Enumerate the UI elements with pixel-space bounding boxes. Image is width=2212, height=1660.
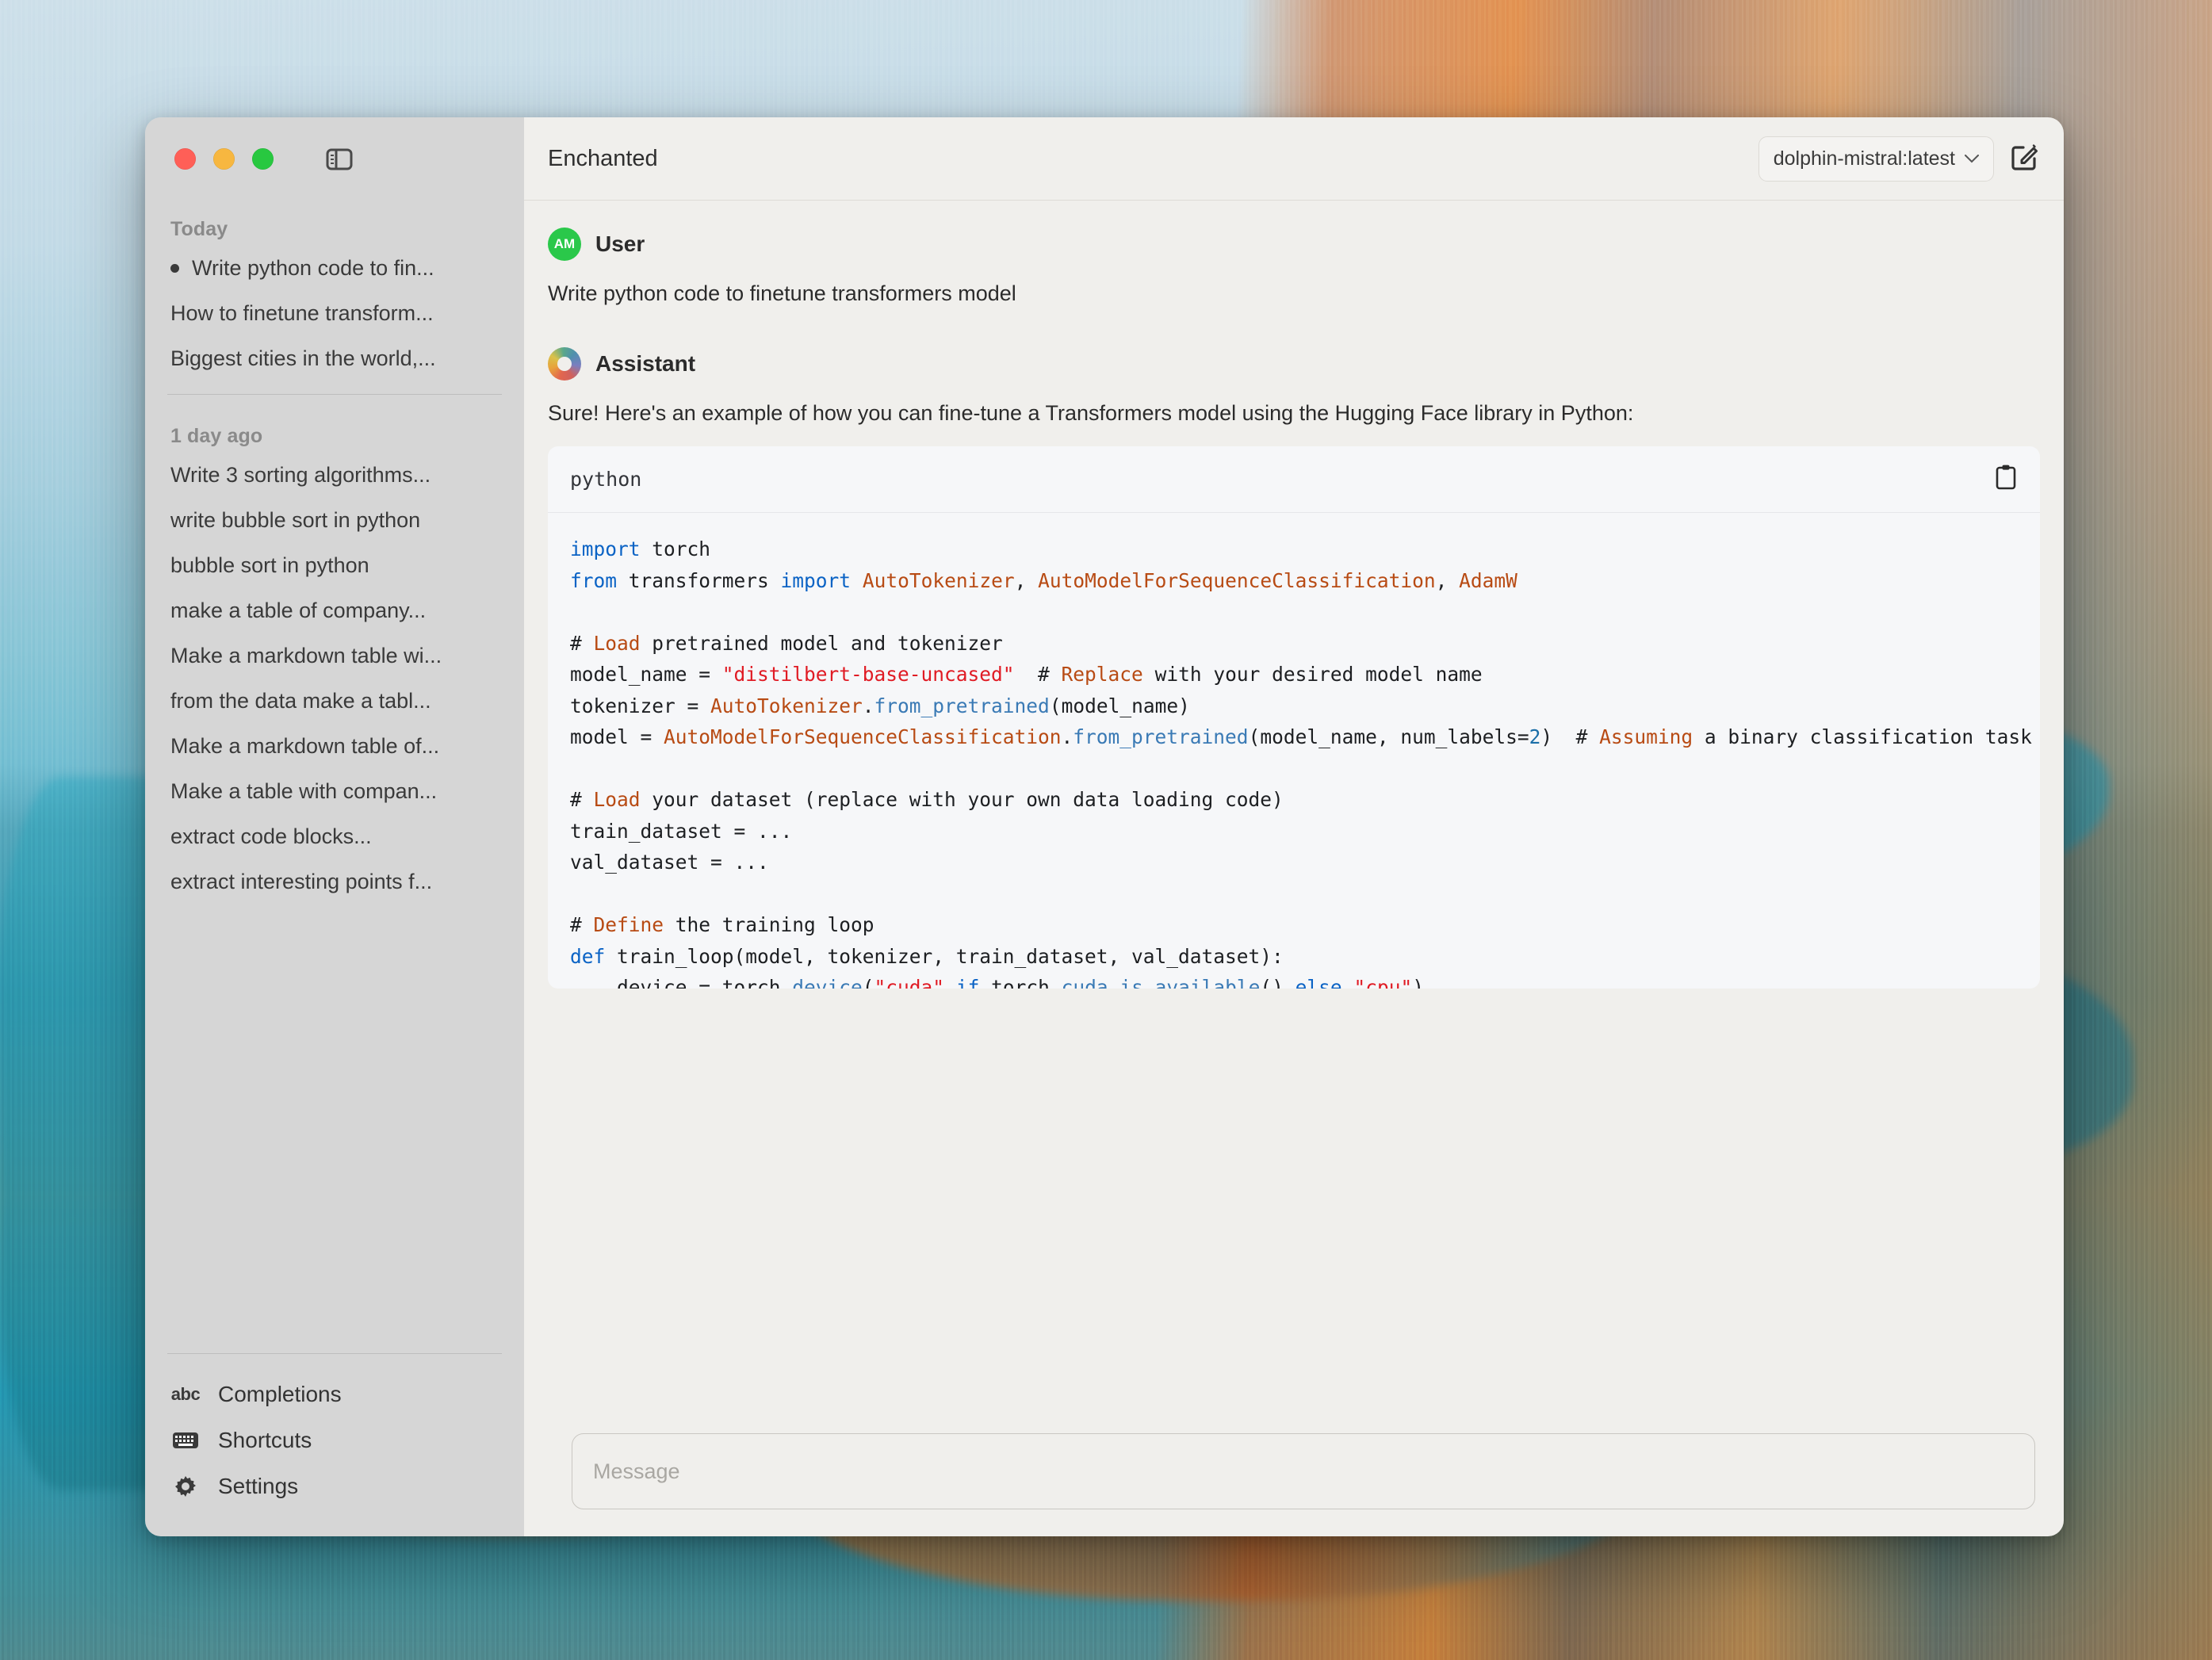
chat-item-11[interactable]: extract code blocks... — [145, 814, 524, 859]
chat-item-4[interactable]: write bubble sort in python — [145, 498, 524, 543]
code-language-label: python — [570, 468, 641, 491]
minimize-button[interactable] — [213, 148, 235, 170]
clipboard-icon — [1994, 464, 2018, 495]
keyboard-icon — [170, 1431, 201, 1450]
window-titlebar — [145, 117, 524, 201]
chat-item-label: Write python code to fin... — [192, 254, 434, 283]
close-button[interactable] — [174, 148, 196, 170]
chat-item-label: Make a markdown table wi... — [170, 641, 442, 671]
main-pane: Enchanted dolphin-mistral:latest — [524, 117, 2064, 1536]
sidebar-divider — [167, 394, 502, 395]
code-block-content: import torch from transformers import Au… — [548, 513, 2040, 989]
message-text-assistant: Sure! Here's an example of how you can f… — [548, 398, 2040, 429]
code-block-header: python — [548, 446, 2040, 513]
maximize-button[interactable] — [252, 148, 274, 170]
message-input[interactable] — [572, 1433, 2035, 1509]
chat-item-5[interactable]: bubble sort in python — [145, 543, 524, 588]
avatar — [548, 347, 581, 381]
chat-item-6[interactable]: make a table of company... — [145, 588, 524, 633]
chat-item-label: extract code blocks... — [170, 822, 372, 851]
header-actions: dolphin-mistral:latest — [1759, 136, 2043, 182]
new-chat-button[interactable] — [2007, 140, 2043, 177]
chat-item-label: How to finetune transform... — [170, 299, 434, 328]
avatar: AM — [548, 228, 581, 261]
chat-item-label: bubble sort in python — [170, 551, 369, 580]
code-block: python import torch from transformers im… — [548, 446, 2040, 989]
chat-item-1[interactable]: How to finetune transform... — [145, 291, 524, 336]
app-window: Today Write python code to fin... How to… — [145, 117, 2064, 1536]
message-role-label: Assistant — [595, 351, 695, 377]
chat-item-label: Make a markdown table of... — [170, 732, 439, 761]
abc-icon: abc — [170, 1384, 201, 1405]
sidebar-item-label: Shortcuts — [218, 1428, 312, 1453]
chat-item-3[interactable]: Write 3 sorting algorithms... — [145, 453, 524, 498]
chat-item-10[interactable]: Make a table with compan... — [145, 769, 524, 814]
chat-group-label: Today — [145, 201, 524, 246]
sidebar-item-label: Settings — [218, 1474, 298, 1499]
message-role-label: User — [595, 231, 645, 257]
chat-item-0[interactable]: Write python code to fin... — [145, 246, 524, 291]
chat-history-list[interactable]: Today Write python code to fin... How to… — [145, 201, 524, 1353]
sidebar-item-completions[interactable]: abc Completions — [145, 1371, 524, 1417]
chat-item-label: from the data make a tabl... — [170, 687, 431, 716]
conversation-thread: AM User Write python code to finetune tr… — [524, 201, 2064, 1419]
composer — [524, 1419, 2064, 1536]
chat-group-label: 1 day ago — [145, 407, 524, 453]
chat-item-label: extract interesting points f... — [170, 867, 432, 897]
chat-item-12[interactable]: extract interesting points f... — [145, 859, 524, 905]
chat-item-label: make a table of company... — [170, 596, 426, 625]
message-header-assistant: Assistant — [548, 347, 2040, 381]
chat-item-7[interactable]: Make a markdown table wi... — [145, 633, 524, 679]
sidebar-item-shortcuts[interactable]: Shortcuts — [145, 1417, 524, 1463]
chat-item-9[interactable]: Make a markdown table of... — [145, 724, 524, 769]
compose-icon — [2009, 141, 2041, 177]
chat-item-label: Write 3 sorting algorithms... — [170, 461, 431, 490]
message-text-user: Write python code to finetune transforme… — [548, 278, 2040, 309]
sidebar-footer-nav: abc Completions — [145, 1353, 524, 1536]
gear-icon — [170, 1474, 201, 1499]
copy-code-button[interactable] — [1994, 464, 2018, 495]
chat-item-label: Biggest cities in the world,... — [170, 344, 436, 373]
message-header-user: AM User — [548, 228, 2040, 261]
chat-item-2[interactable]: Biggest cities in the world,... — [145, 336, 524, 381]
unread-dot-icon — [170, 264, 179, 273]
sidebar-item-label: Completions — [218, 1382, 342, 1407]
chat-item-label: Make a table with compan... — [170, 777, 437, 806]
page-title: Enchanted — [548, 146, 658, 172]
chat-item-8[interactable]: from the data make a tabl... — [145, 679, 524, 724]
chevron-down-icon — [1965, 151, 1979, 166]
main-header: Enchanted dolphin-mistral:latest — [524, 117, 2064, 201]
model-selector[interactable]: dolphin-mistral:latest — [1759, 136, 1994, 182]
model-selector-label: dolphin-mistral:latest — [1774, 147, 1955, 170]
chat-item-label: write bubble sort in python — [170, 506, 420, 535]
sidebar-footer-divider — [167, 1353, 502, 1354]
sidebar: Today Write python code to fin... How to… — [145, 117, 524, 1536]
sidebar-item-settings[interactable]: Settings — [145, 1463, 524, 1509]
sidebar-toggle-icon[interactable] — [323, 143, 356, 176]
